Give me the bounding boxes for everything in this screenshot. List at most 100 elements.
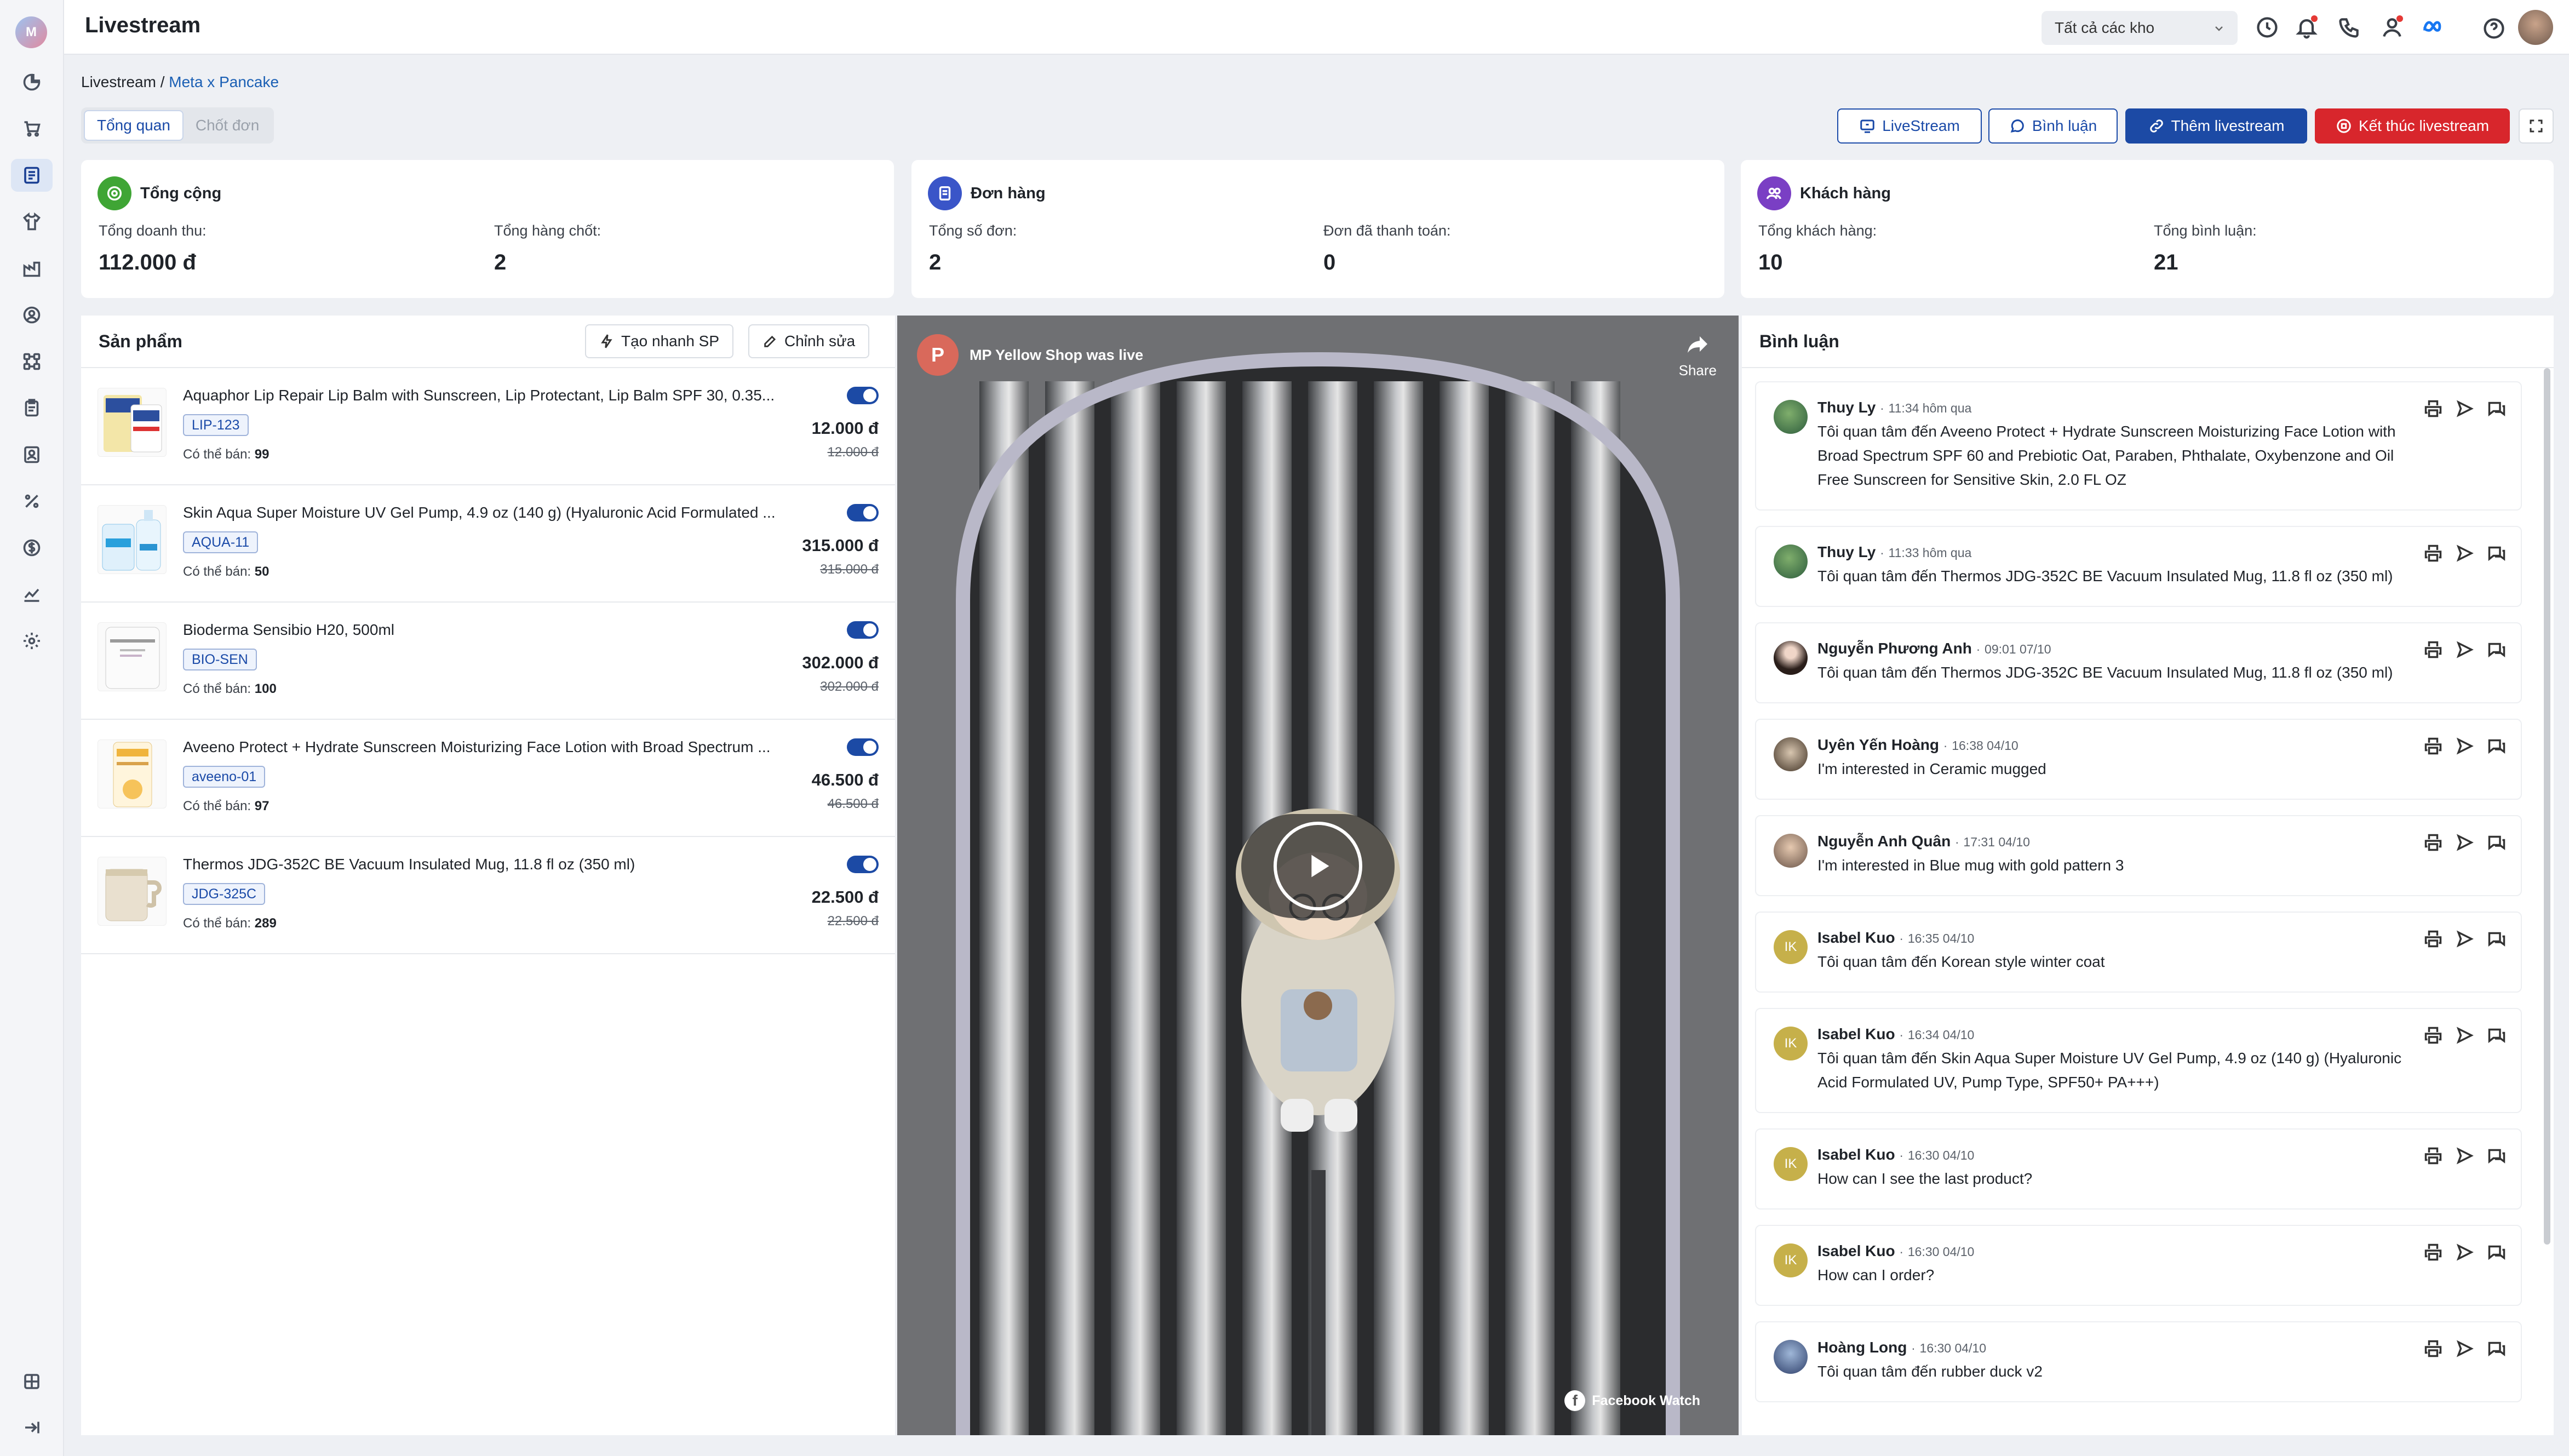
comment-item[interactable]: Hoàng Long · 16:30 04/10 Tôi quan tâm đến… — [1755, 1321, 2522, 1402]
send-icon[interactable] — [2455, 1339, 2475, 1358]
warehouse-select[interactable]: Tất cả các kho — [2042, 11, 2238, 45]
history-icon[interactable] — [2255, 15, 2279, 39]
comments-button[interactable]: Bình luận — [1988, 108, 2118, 144]
nav-settings-icon[interactable] — [11, 624, 53, 657]
play-button[interactable] — [1241, 814, 1395, 918]
product-toggle[interactable] — [847, 856, 879, 873]
avatar[interactable] — [2518, 10, 2553, 45]
meta-icon[interactable] — [2422, 15, 2446, 39]
nav-customers-icon[interactable] — [11, 299, 53, 331]
send-icon[interactable] — [2455, 736, 2475, 756]
orders-paid-value: 0 — [1323, 250, 1336, 274]
nav-orders-icon[interactable] — [11, 392, 53, 425]
breadcrumb-root[interactable]: Livestream — [81, 73, 156, 90]
product-row[interactable]: Skin Aqua Super Moisture UV Gel Pump, 4.… — [81, 485, 895, 603]
comment-time: 16:35 04/10 — [1907, 931, 1975, 945]
print-icon[interactable] — [2423, 1146, 2443, 1166]
comment-actions — [2423, 833, 2507, 852]
product-row[interactable]: Aquaphor Lip Repair Lip Balm with Sunscr… — [81, 368, 895, 485]
comment-item[interactable]: Nguyễn Phương Anh · 09:01 07/10 Tôi quan … — [1755, 622, 2522, 703]
app-title: Livestream — [85, 13, 201, 37]
breadcrumb-current[interactable]: Meta x Pancake — [169, 73, 279, 90]
nav-reports-icon[interactable] — [11, 578, 53, 611]
send-icon[interactable] — [2455, 1146, 2475, 1166]
print-icon[interactable] — [2423, 640, 2443, 660]
product-toggle[interactable] — [847, 387, 879, 404]
product-stock: Có thể bán: 100 — [183, 681, 277, 697]
comments-scrollbar[interactable] — [2544, 368, 2550, 1245]
send-icon[interactable] — [2455, 833, 2475, 852]
comment-item[interactable]: Thuy Ly · 11:33 hôm qua Tôi quan tâm đến … — [1755, 526, 2522, 607]
nav-finance-icon[interactable] — [11, 531, 53, 564]
comment-item[interactable]: IK Isabel Kuo · 16:30 04/10 How can I see … — [1755, 1128, 2522, 1209]
send-icon[interactable] — [2455, 640, 2475, 660]
reply-chat-icon[interactable] — [2487, 1339, 2507, 1358]
print-icon[interactable] — [2423, 736, 2443, 756]
chat-icon — [2010, 119, 2024, 133]
edit-products-button[interactable]: Chỉnh sửa — [748, 324, 870, 358]
send-icon[interactable] — [2455, 1242, 2475, 1262]
print-icon[interactable] — [2423, 833, 2443, 852]
reply-chat-icon[interactable] — [2487, 640, 2507, 660]
bell-icon[interactable] — [2295, 15, 2319, 39]
stop-circle-icon — [2337, 119, 2351, 133]
comment-item[interactable]: IK Isabel Kuo · 16:35 04/10 Tôi quan tâm đ… — [1755, 912, 2522, 993]
comment-time: 16:30 04/10 — [1919, 1341, 1987, 1355]
product-row[interactable]: Aveeno Protect + Hydrate Sunscreen Moist… — [81, 720, 895, 837]
product-toggle[interactable] — [847, 621, 879, 639]
print-icon[interactable] — [2423, 929, 2443, 949]
nav-contacts-icon[interactable] — [11, 438, 53, 471]
nav-livestream-icon[interactable] — [11, 159, 53, 192]
add-livestream-button[interactable]: Thêm livestream — [2125, 108, 2307, 144]
print-icon[interactable] — [2423, 1242, 2443, 1262]
send-icon[interactable] — [2455, 1025, 2475, 1045]
nav-apps-icon[interactable] — [11, 1365, 53, 1398]
nav-warehouse-icon[interactable] — [11, 252, 53, 285]
phone-icon[interactable] — [2337, 15, 2361, 39]
reply-chat-icon[interactable] — [2487, 1025, 2507, 1045]
share-button[interactable]: Share — [1679, 332, 1717, 379]
send-icon[interactable] — [2455, 929, 2475, 949]
reply-chat-icon[interactable] — [2487, 833, 2507, 852]
page-avatar[interactable]: P — [917, 334, 959, 376]
app-logo[interactable]: M — [15, 16, 47, 48]
comment-item[interactable]: Uyên Yến Hoàng · 16:38 04/10 I'm interest… — [1755, 719, 2522, 800]
nav-integrations-icon[interactable] — [11, 345, 53, 378]
quick-add-product-button[interactable]: Tạo nhanh SP — [585, 324, 734, 358]
comment-item[interactable]: Thuy Ly · 11:34 hôm qua Tôi quan tâm đến … — [1755, 381, 2522, 511]
comment-item[interactable]: Nguyễn Anh Quân · 17:31 04/10 I'm interes… — [1755, 815, 2522, 896]
print-icon[interactable] — [2423, 1339, 2443, 1358]
fullscreen-button[interactable] — [2519, 108, 2554, 144]
warehouse-select-value: Tất cả các kho — [2055, 19, 2155, 36]
live-video-player[interactable]: P MP Yellow Shop was live Share f Facebo… — [897, 316, 1739, 1435]
product-toggle[interactable] — [847, 504, 879, 521]
reply-chat-icon[interactable] — [2487, 929, 2507, 949]
reply-chat-icon[interactable] — [2487, 736, 2507, 756]
notification-dot — [2311, 15, 2318, 22]
send-icon[interactable] — [2455, 399, 2475, 419]
nav-collapse-icon[interactable] — [11, 1411, 53, 1444]
product-row[interactable]: Bioderma Sensibio H20, 500ml BIO-SEN Có … — [81, 603, 895, 720]
print-icon[interactable] — [2423, 1025, 2443, 1045]
tab-overview[interactable]: Tổng quan — [84, 110, 184, 141]
comment-item[interactable]: IK Isabel Kuo · 16:34 04/10 Tôi quan tâm đ… — [1755, 1008, 2522, 1113]
reply-chat-icon[interactable] — [2487, 1242, 2507, 1262]
help-icon[interactable] — [2482, 16, 2506, 41]
nav-products-icon[interactable] — [11, 205, 53, 238]
nav-dashboard-icon[interactable] — [11, 66, 53, 99]
comment-item[interactable]: IK Isabel Kuo · 16:30 04/10 How can I orde… — [1755, 1225, 2522, 1306]
print-icon[interactable] — [2423, 399, 2443, 419]
tab-close-orders[interactable]: Chốt đơn — [184, 110, 271, 141]
livestream-button[interactable]: LiveStream — [1837, 108, 1982, 144]
nav-cart-icon[interactable] — [11, 112, 53, 145]
product-toggle[interactable] — [847, 738, 879, 756]
end-livestream-button[interactable]: Kết thúc livestream — [2315, 108, 2510, 144]
reply-chat-icon[interactable] — [2487, 1146, 2507, 1166]
reply-chat-icon[interactable] — [2487, 399, 2507, 419]
nav-promotions-icon[interactable] — [11, 485, 53, 518]
reply-chat-icon[interactable] — [2487, 543, 2507, 563]
product-row[interactable]: Thermos JDG-352C BE Vacuum Insulated Mug… — [81, 837, 895, 954]
print-icon[interactable] — [2423, 543, 2443, 563]
send-icon[interactable] — [2455, 543, 2475, 563]
user-icon[interactable] — [2380, 15, 2404, 39]
